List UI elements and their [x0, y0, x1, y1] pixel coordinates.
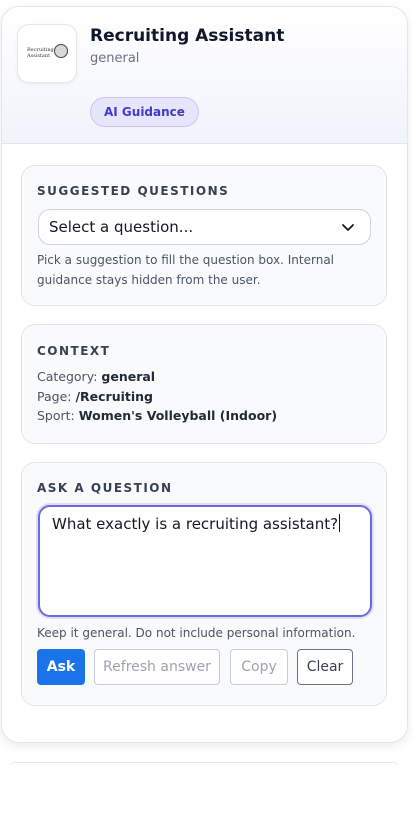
ai-guidance-badge[interactable]: AI Guidance [90, 97, 199, 127]
context-category: Category: general [37, 369, 156, 384]
suggested-help-line-2: guidance stays hidden from the user. [37, 273, 261, 287]
context-panel: CONTEXT Category: general Page: /Recruit… [21, 324, 387, 444]
text-caret [339, 514, 341, 532]
question-textarea[interactable]: What exactly is a recruiting assistant? [38, 505, 372, 617]
page-subtitle: general [90, 51, 140, 66]
context-sport-value: Women's Volleyball (Indoor) [78, 408, 278, 423]
suggested-questions-panel: SUGGESTED QUESTIONS Select a question...… [21, 165, 387, 306]
seal-logo-icon [54, 44, 68, 58]
ask-button[interactable]: Ask [37, 649, 85, 685]
refresh-answer-button[interactable]: Refresh answer [94, 649, 220, 685]
suggested-questions-heading: SUGGESTED QUESTIONS [37, 184, 230, 198]
assistant-card: Recruiting Assistant Recruiting Assistant… [1, 6, 408, 743]
assistant-header: Recruiting Assistant Recruiting Assistant… [2, 7, 407, 144]
question-select-value: Select a question... [49, 218, 194, 236]
copy-button[interactable]: Copy [230, 649, 288, 685]
chevron-down-icon [342, 224, 354, 231]
context-sport: Sport: Women's Volleyball (Indoor) [37, 408, 278, 423]
question-select[interactable]: Select a question... [38, 209, 371, 245]
privacy-note: Keep it general. Do not include personal… [37, 626, 356, 640]
context-category-value: general [101, 369, 156, 384]
logo-wordmark: Recruiting Assistant [27, 47, 54, 59]
ask-question-panel: ASK A QUESTION What exactly is a recruit… [21, 462, 387, 706]
ask-question-heading: ASK A QUESTION [37, 481, 173, 495]
suggested-help-line-1: Pick a suggestion to fill the question b… [37, 253, 334, 267]
clear-button[interactable]: Clear [297, 649, 353, 685]
app-logo: Recruiting Assistant [17, 24, 77, 83]
next-card-edge [9, 762, 399, 768]
question-text: What exactly is a recruiting assistant? [52, 515, 339, 533]
context-heading: CONTEXT [37, 344, 111, 358]
context-page-value: /Recruiting [75, 389, 154, 404]
context-page: Page: /Recruiting [37, 389, 154, 404]
page-title: Recruiting Assistant [90, 26, 285, 46]
